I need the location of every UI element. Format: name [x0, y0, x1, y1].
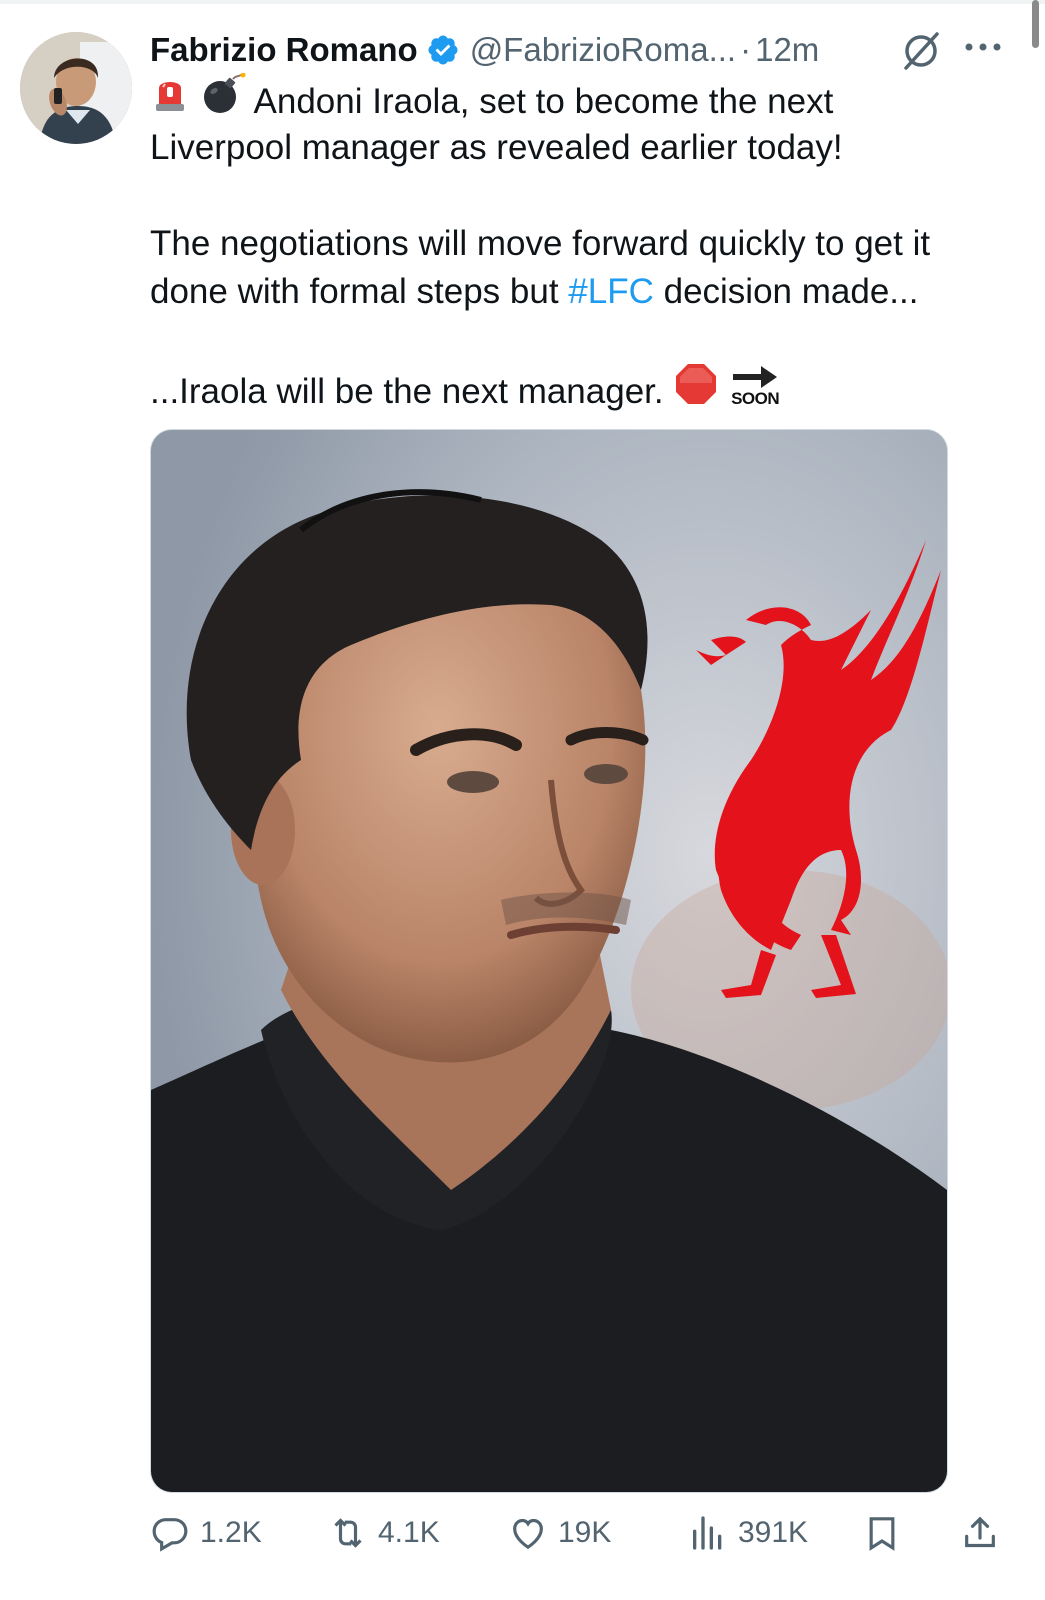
tweet-text-line-2: Liverpool manager as revealed earlier to…: [150, 128, 843, 167]
share-icon: [965, 1516, 995, 1548]
tweet-text-segment: ...Iraola will be the next manager.: [150, 371, 664, 411]
verified-badge-icon: [428, 35, 458, 65]
repost-icon: [334, 1518, 362, 1548]
reply-count: 1.2K: [200, 1516, 262, 1549]
author-handle[interactable]: @FabrizioRoma...: [470, 31, 736, 69]
timestamp[interactable]: 12m: [755, 31, 819, 69]
view-count: 391K: [738, 1516, 809, 1549]
like-count: 19K: [558, 1516, 612, 1549]
avatar-photo: [20, 32, 132, 144]
views-icon: [693, 1516, 722, 1550]
scrollbar[interactable]: [1032, 0, 1039, 48]
more-icon[interactable]: [963, 40, 1003, 54]
manager-photo: [151, 430, 947, 1492]
bookmark-icon: [869, 1517, 895, 1551]
tweet-text-segment: Andoni Iraola, set to become the next: [253, 81, 834, 121]
top-divider: [0, 0, 1045, 4]
tweet-text-segment: decision made...: [653, 272, 919, 311]
grok-icon[interactable]: [900, 30, 942, 72]
tweet-text-line-5: ...Iraola will be the next manager. SOON: [150, 364, 1010, 423]
bookmark-button[interactable]: [862, 1505, 912, 1561]
tweet-text-segment: done with formal steps but: [150, 272, 569, 311]
tweet-text-line-4: done with formal steps but #LFC decision…: [150, 268, 1010, 316]
repost-button[interactable]: 4.1K: [328, 1505, 440, 1561]
reply-icon: [152, 1518, 188, 1552]
repost-count: 4.1K: [378, 1516, 440, 1549]
like-button[interactable]: 19K: [508, 1505, 611, 1561]
soon-label: SOON: [731, 388, 780, 408]
soon-arrow-icon: SOON: [729, 365, 781, 414]
tweet-header: Fabrizio Romano @FabrizioRoma... · 12m: [150, 26, 819, 74]
separator-dot: ·: [740, 31, 752, 68]
bomb-icon: [200, 72, 246, 128]
tweet-media-image[interactable]: [150, 429, 948, 1493]
stop-sign-icon: [673, 361, 719, 420]
hashtag-link[interactable]: #LFC: [568, 272, 654, 311]
views-button[interactable]: 391K: [688, 1505, 808, 1561]
share-button[interactable]: [960, 1505, 1010, 1561]
author-name[interactable]: Fabrizio Romano: [150, 31, 418, 69]
tweet-text-line-3: The negotiations will move forward quick…: [150, 224, 931, 263]
siren-icon: [150, 74, 190, 127]
avatar[interactable]: [20, 32, 132, 144]
tweet-text-line-1: Andoni Iraola, set to become the next: [150, 72, 1010, 131]
like-icon: [513, 1518, 543, 1550]
tweet-action-bar: 1.2K 4.1K 19K 391K: [150, 1505, 1010, 1561]
reply-button[interactable]: 1.2K: [150, 1505, 262, 1561]
